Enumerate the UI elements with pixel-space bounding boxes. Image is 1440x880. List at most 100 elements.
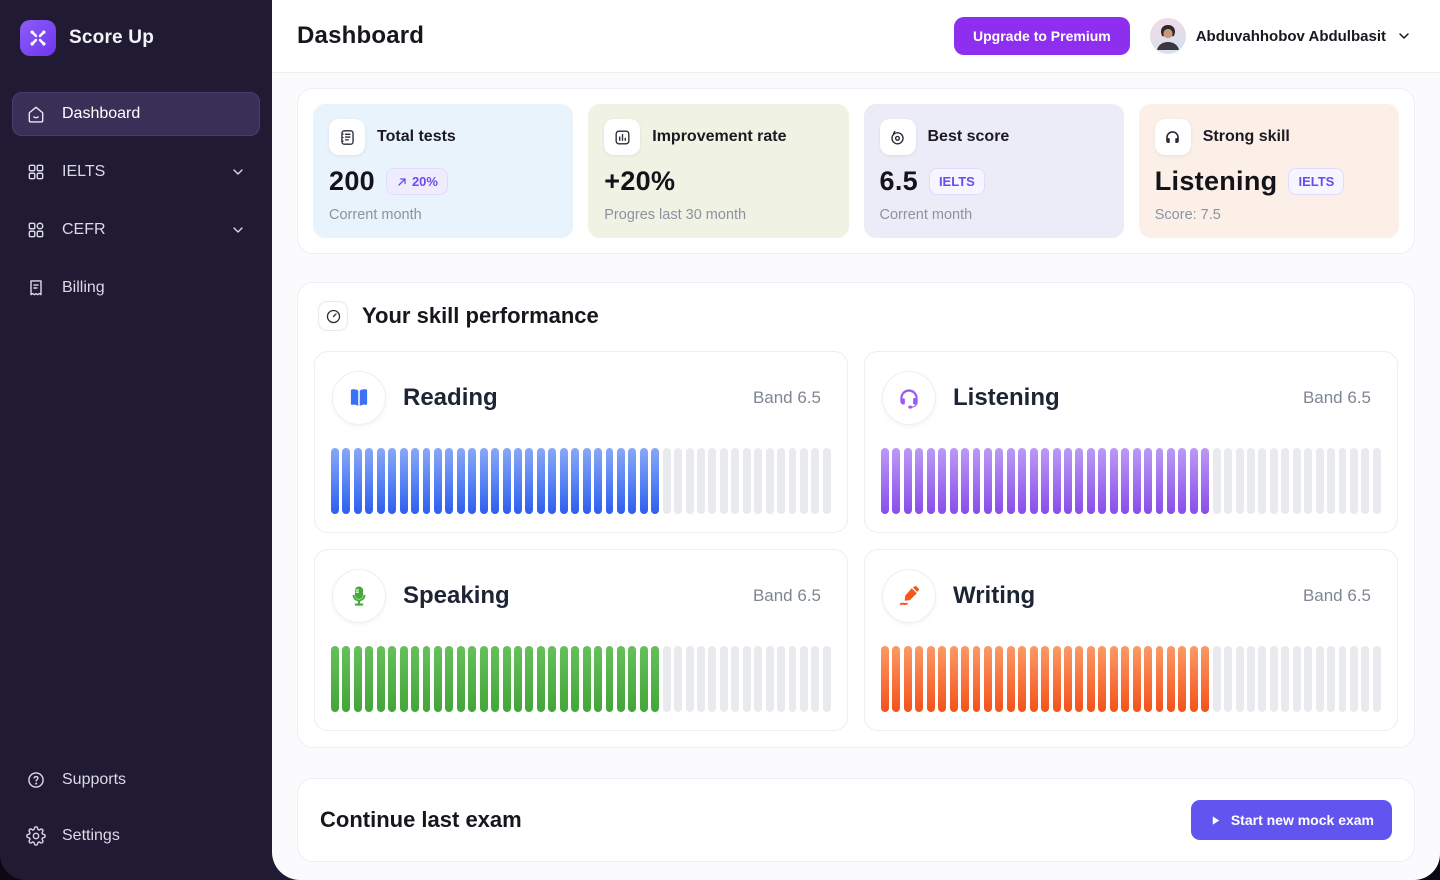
- progress-segment: [560, 646, 568, 712]
- stat-card-best-score: Best score 6.5 IELTS Corrent month: [864, 104, 1124, 238]
- progress-segment: [491, 646, 499, 712]
- sidebar-item-dashboard[interactable]: Dashboard: [12, 92, 260, 136]
- help-icon: [26, 770, 46, 790]
- progress-segment: [1339, 646, 1347, 712]
- progress-segment: [354, 646, 362, 712]
- trend-badge: 20%: [386, 168, 448, 195]
- progress-segment: [468, 646, 476, 712]
- progress-segment: [571, 448, 579, 514]
- progress-segment: [548, 646, 556, 712]
- progress-segment: [468, 448, 476, 514]
- skills-panel: Your skill performance Reading Band 6.5: [297, 282, 1415, 748]
- skills-section-title: Your skill performance: [362, 303, 599, 329]
- grid-icon: [26, 220, 46, 240]
- stats-panel: Total tests 200 20% Corrent month: [297, 88, 1415, 254]
- progress-segment: [1258, 646, 1266, 712]
- skill-card-listening: Listening Band 6.5: [864, 351, 1398, 533]
- progress-segment: [686, 448, 694, 514]
- ielts-badge: IELTS: [1288, 168, 1344, 195]
- progress-segment: [927, 646, 935, 712]
- sidebar-item-cefr[interactable]: CEFR: [12, 208, 260, 252]
- progress-segment: [434, 448, 442, 514]
- progress-segment: [904, 448, 912, 514]
- progress-segment: [1201, 448, 1209, 514]
- stat-caption: Corrent month: [880, 207, 1108, 223]
- progress-segment: [594, 646, 602, 712]
- progress-segment: [1087, 646, 1095, 712]
- progress-segment: [388, 448, 396, 514]
- progress-segment: [881, 448, 889, 514]
- progress-segment: [973, 448, 981, 514]
- app-window: Score Up Dashboard: [0, 0, 1440, 880]
- progress-segment: [984, 646, 992, 712]
- progress-segment: [1236, 646, 1244, 712]
- progress-segment: [514, 646, 522, 712]
- stat-value: 200: [329, 166, 375, 197]
- sidebar-item-billing[interactable]: Billing: [12, 266, 260, 310]
- progress-segment: [674, 646, 682, 712]
- progress-segment: [720, 448, 728, 514]
- progress-segment: [1144, 646, 1152, 712]
- progress-segment: [1213, 448, 1221, 514]
- progress-segment: [1087, 448, 1095, 514]
- progress-segment: [537, 448, 545, 514]
- speaking-progress-bars: [331, 646, 831, 712]
- progress-segment: [754, 646, 762, 712]
- progress-segment: [697, 646, 705, 712]
- progress-segment: [525, 646, 533, 712]
- headset-icon: [883, 372, 935, 424]
- progress-segment: [365, 448, 373, 514]
- trend-up-icon: [396, 176, 408, 188]
- play-icon: [1209, 814, 1222, 827]
- progress-segment: [1110, 448, 1118, 514]
- sidebar-item-settings[interactable]: Settings: [12, 814, 260, 858]
- chevron-down-icon[interactable]: [1396, 28, 1412, 44]
- stat-label: Strong skill: [1203, 128, 1290, 146]
- progress-segment: [720, 646, 728, 712]
- brand: Score Up: [12, 14, 260, 76]
- progress-segment: [1018, 646, 1026, 712]
- progress-segment: [583, 646, 591, 712]
- progress-segment: [354, 448, 362, 514]
- stat-card-improvement-rate: Improvement rate +20% Progres last 30 mo…: [588, 104, 848, 238]
- progress-segment: [1224, 448, 1232, 514]
- progress-segment: [1133, 646, 1141, 712]
- progress-segment: [708, 646, 716, 712]
- progress-segment: [640, 646, 648, 712]
- score-up-logo-icon: [20, 20, 56, 56]
- skill-title: Listening: [953, 384, 1060, 412]
- progress-segment: [1190, 646, 1198, 712]
- reading-progress-bars: [331, 448, 831, 514]
- progress-segment: [480, 448, 488, 514]
- progress-segment: [1327, 448, 1335, 514]
- progress-segment: [1236, 448, 1244, 514]
- progress-segment: [342, 448, 350, 514]
- progress-segment: [537, 646, 545, 712]
- sidebar-item-ielts[interactable]: IELTS: [12, 150, 260, 194]
- progress-segment: [617, 448, 625, 514]
- progress-segment: [548, 448, 556, 514]
- progress-segment: [1304, 646, 1312, 712]
- start-mock-exam-label: Start new mock exam: [1231, 812, 1374, 828]
- listening-progress-bars: [881, 448, 1381, 514]
- progress-segment: [400, 646, 408, 712]
- upgrade-premium-button[interactable]: Upgrade to Premium: [954, 17, 1130, 55]
- progress-segment: [754, 448, 762, 514]
- progress-segment: [1190, 448, 1198, 514]
- progress-segment: [1178, 646, 1186, 712]
- writing-progress-bars: [881, 646, 1381, 712]
- progress-segment: [1224, 646, 1232, 712]
- progress-segment: [950, 448, 958, 514]
- skill-band: Band 6.5: [1303, 586, 1371, 606]
- progress-segment: [1247, 448, 1255, 514]
- progress-segment: [1293, 448, 1301, 514]
- progress-segment: [743, 448, 751, 514]
- progress-segment: [915, 646, 923, 712]
- sidebar-item-supports[interactable]: Supports: [12, 758, 260, 802]
- progress-segment: [789, 646, 797, 712]
- start-mock-exam-button[interactable]: Start new mock exam: [1191, 800, 1392, 840]
- user-menu[interactable]: Abduvahhobov Abdulbasit: [1150, 18, 1412, 54]
- progress-segment: [961, 448, 969, 514]
- progress-segment: [423, 646, 431, 712]
- progress-segment: [800, 646, 808, 712]
